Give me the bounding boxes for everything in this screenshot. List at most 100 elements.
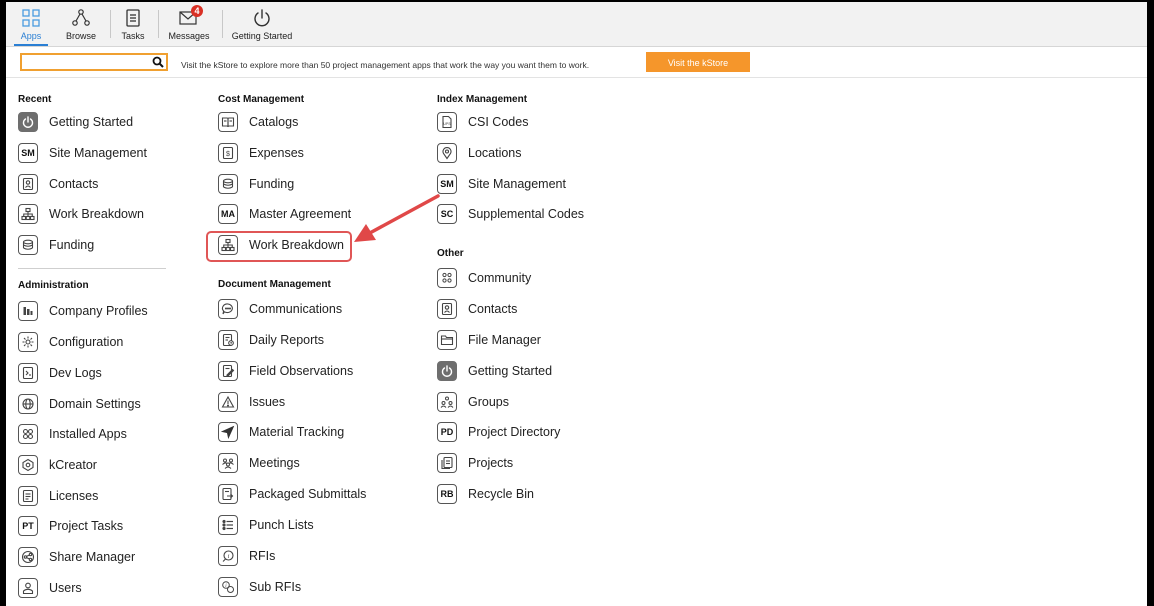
app-configuration[interactable]: Configuration [18,330,123,354]
app-contacts-other[interactable]: Contacts [437,297,517,321]
app-label: RFIs [249,549,276,563]
app-meetings[interactable]: Meetings [218,451,300,475]
app-label: Domain Settings [49,397,141,411]
app-dev-logs[interactable]: Dev Logs [18,361,102,385]
app-label: File Manager [468,333,541,347]
app-project-directory[interactable]: PD Project Directory [437,420,560,444]
browse-network-icon [72,9,90,26]
app-project-tasks[interactable]: PT Project Tasks [18,514,123,538]
app-label: Catalogs [249,115,299,129]
app-rfis[interactable]: i RFIs [218,544,275,568]
search-input[interactable] [24,55,144,69]
app-label: Configuration [49,335,124,349]
app-site-management-index[interactable]: SM Site Management [437,172,566,196]
app-packaged-submittals[interactable]: Packaged Submittals [218,482,366,506]
chat-bubble-icon [218,299,238,319]
app-kcreator[interactable]: kCreator [18,453,97,477]
app-installed-apps[interactable]: Installed Apps [18,422,127,446]
gear-icon [18,332,38,352]
funding-icon [218,174,238,194]
app-funding[interactable]: Funding [18,233,94,257]
app-domain-settings[interactable]: Domain Settings [18,392,141,416]
section-heading-index-management: Index Management [437,94,528,105]
highlight-box [206,231,352,262]
project-directory-icon: PD [437,422,457,442]
app-label: Share Manager [49,550,136,564]
app-master-agreement[interactable]: MA Master Agreement [218,202,351,226]
top-navigation: Apps Browse Tasks 4 Messages Getting Sta… [6,2,1147,47]
dev-logs-icon [18,363,38,383]
visit-kstore-button[interactable]: Visit the kStore [646,52,750,72]
app-file-manager[interactable]: File Manager [437,328,541,352]
installed-apps-icon [18,424,38,444]
supplemental-codes-icon: SC [437,204,457,224]
nav-apps-label: Apps [20,31,42,41]
company-profiles-icon [18,301,38,321]
app-getting-started-other[interactable]: Getting Started [437,359,552,383]
search-box[interactable] [20,53,168,71]
nav-browse-label: Browse [65,31,96,41]
power-icon [437,361,457,381]
app-label: Getting Started [49,115,134,129]
app-projects[interactable]: Projects [437,451,513,475]
svg-text:UPS: UPS [443,122,451,126]
nav-getting-started[interactable]: Getting Started [230,2,294,46]
app-label: Projects [468,456,514,470]
app-supplemental-codes[interactable]: SC Supplemental Codes [437,202,584,226]
app-share-manager[interactable]: Share Manager [18,545,135,569]
app-punch-lists[interactable]: Punch Lists [218,513,314,537]
apps-grid-icon [22,9,40,27]
community-icon [437,268,457,288]
app-daily-reports[interactable]: Daily Reports [218,328,324,352]
app-label: Site Management [468,177,566,191]
app-recycle-bin[interactable]: RB Recycle Bin [437,482,534,506]
app-sub-rfis[interactable]: i Sub RFIs [218,575,301,599]
app-label: Communications [249,302,343,316]
search-icon[interactable] [152,56,164,68]
dollar-icon: $ [218,143,238,163]
hierarchy-icon [18,204,38,224]
app-getting-started[interactable]: Getting Started [18,110,133,134]
catalog-book-icon [218,112,238,132]
funding-icon [18,235,38,255]
section-heading-administration: Administration [18,280,89,291]
nav-apps[interactable]: Apps [14,2,48,46]
app-users[interactable]: Users [18,576,82,600]
power-icon [18,112,38,132]
app-label: Field Observations [249,364,354,378]
edit-document-icon [218,361,238,381]
app-funding-cost[interactable]: Funding [218,172,294,196]
app-label: Groups [468,395,509,409]
globe-icon [18,394,38,414]
tasks-clipboard-icon [126,9,140,27]
submittals-icon [218,484,238,504]
app-company-profiles[interactable]: Company Profiles [18,299,148,323]
app-community[interactable]: Community [437,266,531,290]
app-catalogs[interactable]: Catalogs [218,110,298,134]
app-expenses[interactable]: $ Expenses [218,141,304,165]
nav-messages[interactable]: 4 Messages [166,2,212,46]
app-label: Meetings [249,456,300,470]
app-communications[interactable]: Communications [218,297,342,321]
kcreator-icon [18,455,38,475]
app-groups[interactable]: Groups [437,390,509,414]
app-work-breakdown[interactable]: Work Breakdown [18,202,144,226]
app-field-observations[interactable]: Field Observations [218,359,353,383]
nav-separator [110,10,111,38]
app-contacts[interactable]: Contacts [18,172,98,196]
app-licenses[interactable]: Licenses [18,484,98,508]
app-label: Work Breakdown [49,207,144,221]
app-label: Issues [249,395,286,409]
app-label: Getting Started [468,364,553,378]
nav-browse[interactable]: Browse [61,2,101,46]
warning-icon [218,392,238,412]
location-pin-icon [437,143,457,163]
nav-messages-label: Messages [168,31,210,41]
app-label: Site Management [49,146,147,160]
nav-tasks[interactable]: Tasks [116,2,150,46]
app-csi-codes[interactable]: UPS CSI Codes [437,110,528,134]
app-issues[interactable]: Issues [218,390,285,414]
app-site-management[interactable]: SM Site Management [18,141,147,165]
app-locations[interactable]: Locations [437,141,522,165]
app-material-tracking[interactable]: Material Tracking [218,420,344,444]
